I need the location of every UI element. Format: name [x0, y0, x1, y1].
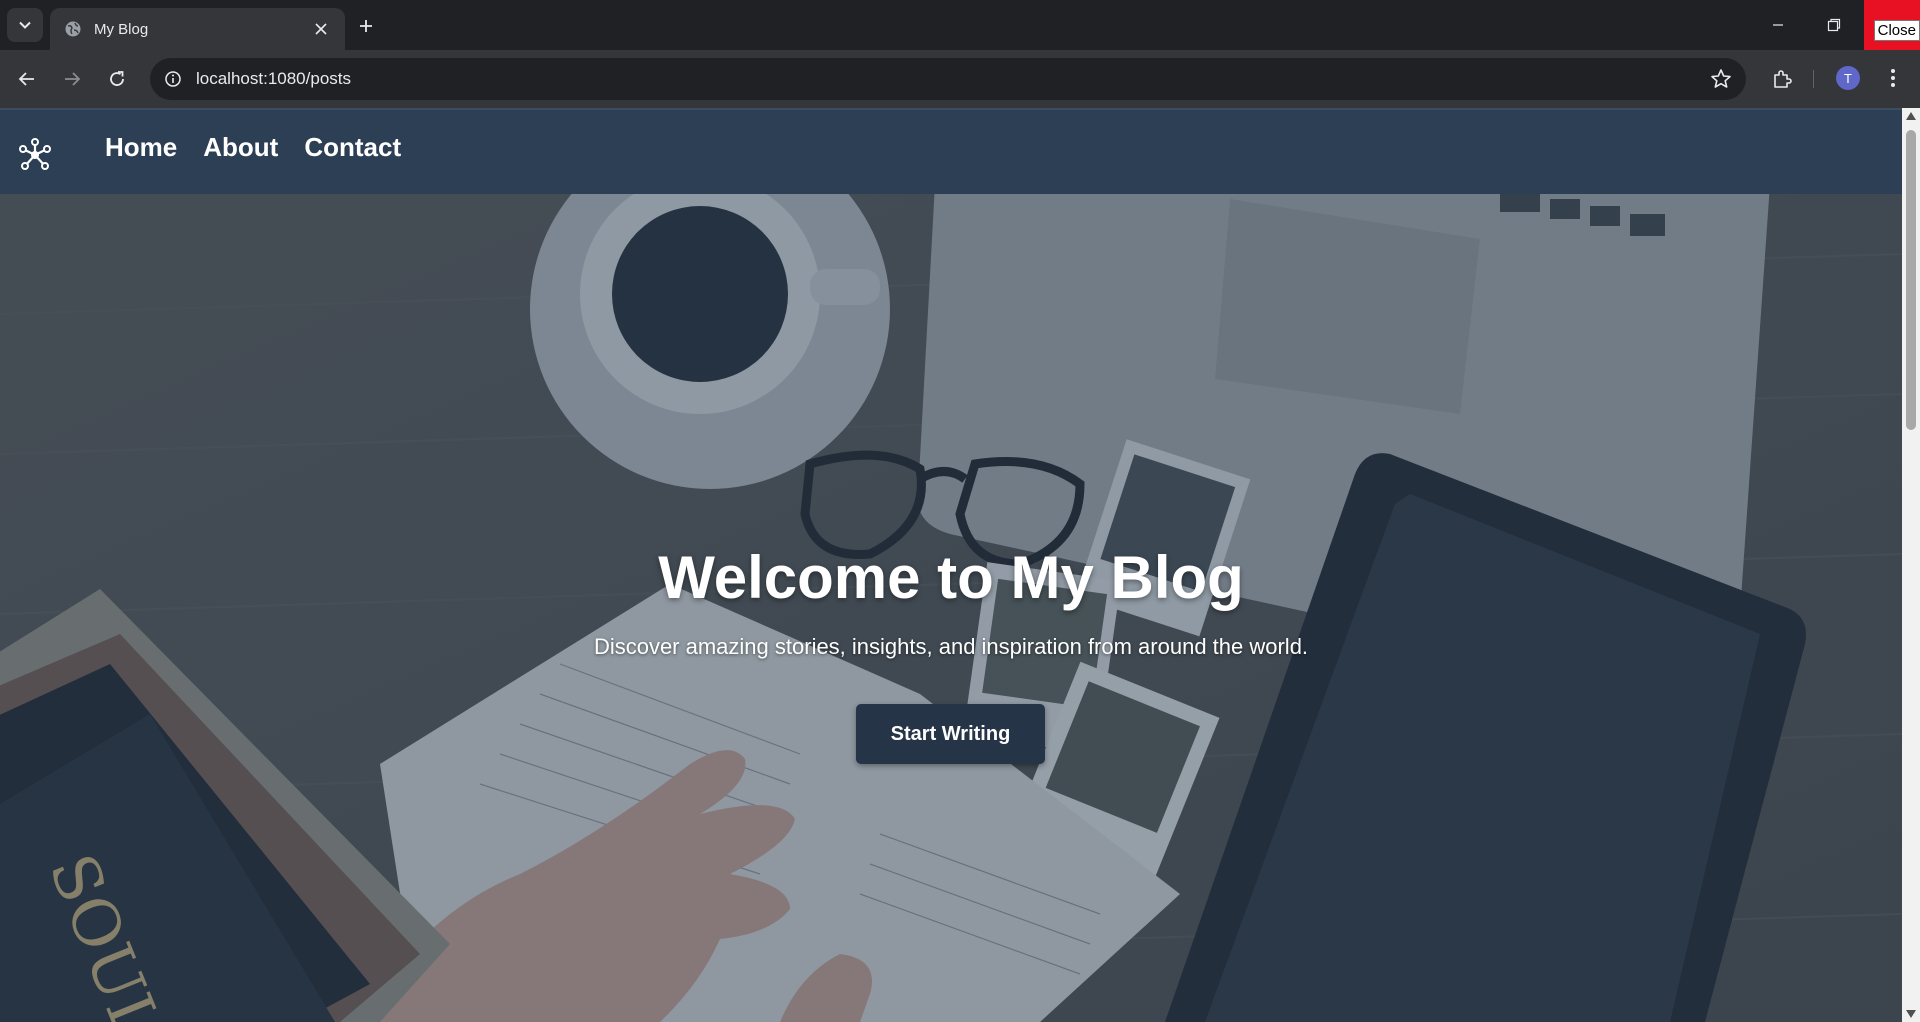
forward-button[interactable]	[56, 63, 88, 95]
plus-icon	[360, 20, 372, 32]
tab-close-button[interactable]	[311, 19, 331, 39]
scroll-down-arrow-icon[interactable]	[1906, 1010, 1916, 1018]
restore-icon	[1827, 18, 1841, 32]
reload-icon	[110, 71, 124, 86]
profile-avatar[interactable]: T	[1836, 66, 1860, 90]
extensions-icon	[1774, 70, 1792, 88]
site-navbar: Home About Contact	[0, 108, 1902, 194]
tab-my-blog[interactable]: My Blog	[50, 8, 345, 50]
minimize-button[interactable]	[1750, 0, 1806, 50]
reload-button[interactable]	[101, 63, 133, 95]
hero-title: Welcome to My Blog	[658, 544, 1244, 611]
browser-menu-button[interactable]	[1878, 63, 1908, 93]
close-icon	[315, 23, 327, 35]
restore-button[interactable]	[1806, 0, 1862, 50]
new-tab-button[interactable]	[352, 12, 380, 40]
network-hub-icon[interactable]	[18, 138, 52, 172]
tab-title: My Blog	[94, 20, 149, 38]
more-vert-icon	[1891, 69, 1895, 87]
page-viewport: Home About Contact SOUL Welcome to My Bl…	[0, 108, 1920, 1022]
address-bar[interactable]: localhost:1080/posts	[150, 58, 1746, 100]
back-icon	[18, 72, 34, 86]
url-text: localhost:1080/posts	[196, 69, 351, 88]
hero-subtitle: Discover amazing stories, insights, and …	[593, 634, 1309, 659]
page-scrollbar[interactable]	[1902, 108, 1920, 1022]
scroll-up-arrow-icon[interactable]	[1906, 112, 1916, 120]
star-icon[interactable]	[1710, 68, 1732, 90]
nav-link-home[interactable]: Home	[105, 132, 177, 163]
toolbar-divider	[1813, 70, 1814, 88]
hero-section: SOUL Welcome to My Blog Discover amazing…	[0, 194, 1902, 1022]
chevron-down-icon	[19, 21, 31, 29]
back-button[interactable]	[11, 63, 43, 95]
nav-link-about[interactable]: About	[203, 132, 278, 163]
nav-link-contact[interactable]: Contact	[304, 132, 401, 163]
tab-search-button[interactable]	[7, 8, 43, 42]
browser-toolbar: localhost:1080/posts	[0, 50, 1920, 108]
close-tooltip: Close	[1873, 20, 1920, 41]
info-icon	[165, 71, 181, 87]
minimize-icon	[1773, 24, 1783, 26]
tab-strip: My Blog Close	[0, 0, 1920, 50]
scroll-thumb[interactable]	[1906, 130, 1916, 430]
extensions-button[interactable]	[1766, 63, 1798, 95]
start-writing-button[interactable]: Start Writing	[856, 704, 1045, 764]
nav-links: Home About Contact	[105, 132, 401, 163]
globe-icon	[65, 21, 81, 37]
forward-icon	[65, 72, 81, 86]
